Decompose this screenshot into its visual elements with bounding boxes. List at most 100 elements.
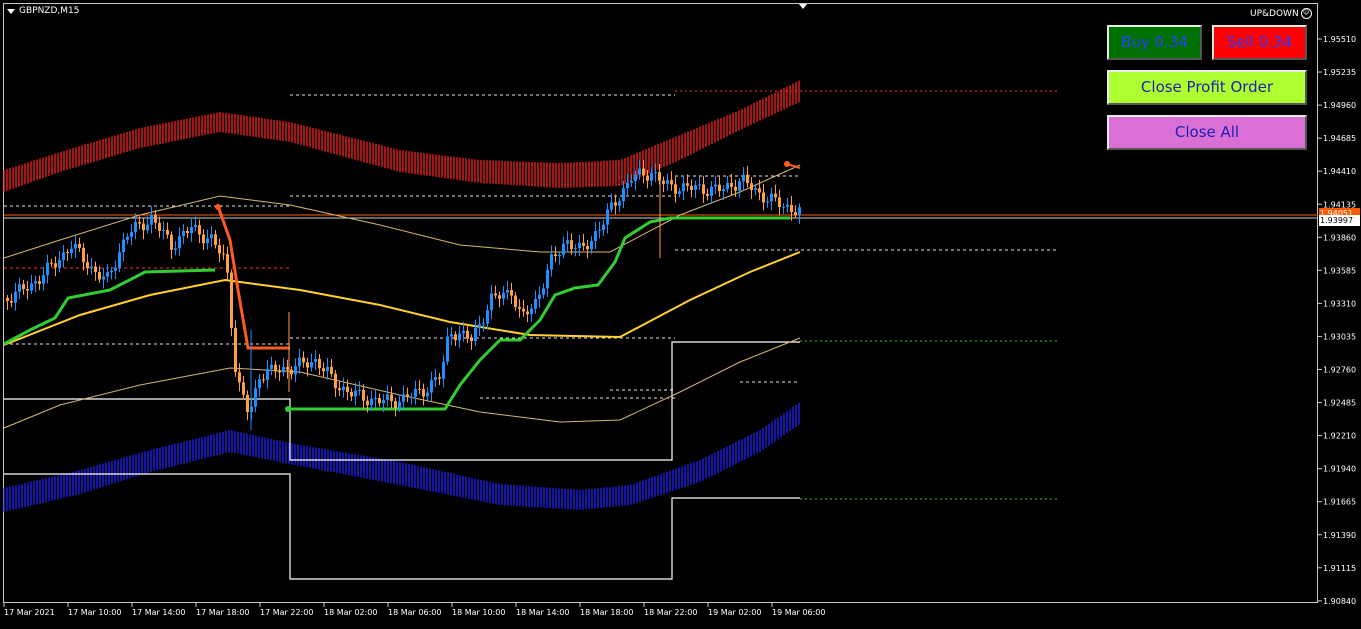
candle-body — [726, 182, 729, 190]
candle-body — [154, 214, 157, 223]
candle-body — [710, 186, 713, 196]
candle-body — [54, 263, 57, 268]
candle-body — [382, 400, 385, 404]
symbol-title[interactable]: GBPNZD,M15 — [7, 6, 79, 16]
candle-body — [794, 212, 797, 216]
candle-body — [638, 168, 641, 175]
price-axis-label: 1.95235 — [1323, 68, 1356, 77]
candle-body — [610, 202, 613, 210]
candle-body — [578, 242, 581, 249]
candle-body — [418, 388, 421, 390]
candle-body — [274, 364, 277, 372]
candle-body — [498, 295, 501, 299]
candle-body — [754, 188, 757, 191]
sell-button[interactable]: Sell 0.34 — [1212, 25, 1307, 60]
buy-button[interactable]: Buy 0.34 — [1107, 25, 1202, 60]
candle-body — [10, 301, 13, 303]
candle-body — [338, 388, 341, 391]
time-axis-label: 17 Mar 2021 — [4, 608, 55, 617]
candle-body — [122, 239, 125, 253]
candle-body — [678, 191, 681, 194]
candle-body — [574, 248, 577, 250]
candle-body — [326, 366, 329, 372]
chart-window[interactable]: 1.95510 1.95235 1.94960 1.94685 1.94410 1.941… — [0, 0, 1361, 625]
candle-body — [270, 364, 273, 369]
candle-body — [82, 247, 85, 263]
candle-body — [530, 308, 533, 315]
price-axis-label: 1.91390 — [1323, 531, 1356, 540]
candle-body — [786, 204, 789, 207]
candle-body — [674, 184, 677, 194]
candle-body — [334, 373, 337, 389]
time-axis-label: 17 Mar 10:00 — [68, 608, 121, 617]
candle-body — [38, 281, 41, 284]
candle-body — [386, 394, 389, 401]
candle-body — [778, 197, 781, 208]
candle-body — [102, 276, 105, 280]
time-axis-label: 18 Mar 22:00 — [644, 608, 697, 617]
price-axis-label: 1.94685 — [1323, 134, 1356, 143]
candle-body — [626, 182, 629, 189]
candle-body — [490, 293, 493, 311]
candle-body — [662, 180, 665, 184]
candle-body — [278, 371, 281, 373]
time-axis-label: 19 Mar 06:00 — [772, 608, 825, 617]
candle-body — [290, 369, 293, 375]
candle-body — [166, 230, 169, 235]
candle-body — [134, 222, 137, 233]
candle-body — [454, 334, 457, 341]
candle-body — [594, 230, 597, 241]
candle-body — [650, 172, 653, 181]
candle-body — [218, 245, 221, 254]
candle-body — [730, 182, 733, 187]
candle-body — [462, 330, 465, 334]
candle-body — [58, 259, 61, 268]
candle-body — [670, 180, 673, 185]
candle-body — [162, 230, 165, 232]
candle-body — [442, 361, 445, 379]
candle-body — [94, 266, 97, 273]
trailing-stop-dot — [215, 204, 221, 210]
candle-body — [150, 214, 153, 225]
smiley-icon: ☺ — [1300, 8, 1312, 19]
symbol-menu-icon[interactable] — [7, 8, 15, 14]
candle-body — [70, 248, 73, 254]
close-all-button[interactable]: Close All — [1107, 115, 1307, 150]
candle-body — [630, 181, 633, 183]
candle-body — [426, 392, 429, 397]
candle-body — [206, 238, 209, 244]
candle-body — [570, 240, 573, 250]
candle-body — [698, 184, 701, 186]
candle-body — [534, 298, 537, 309]
candle-body — [566, 240, 569, 244]
candle-body — [634, 174, 637, 182]
price-axis-label: 1.91115 — [1323, 564, 1356, 573]
candle-body — [546, 269, 549, 289]
candle-body — [482, 323, 485, 325]
candle-body — [590, 240, 593, 250]
chart-shift-marker-icon[interactable] — [799, 4, 807, 9]
price-axis-label: 1.90840 — [1323, 597, 1356, 606]
candle-body — [746, 174, 749, 184]
time-axis-label: 18 Mar 06:00 — [388, 608, 441, 617]
candle-body — [202, 234, 205, 244]
close-profit-order-button[interactable]: Close Profit Order — [1107, 70, 1307, 105]
candle-body — [254, 388, 257, 407]
candle-body — [46, 262, 49, 276]
candle-body — [750, 183, 753, 191]
candle-body — [782, 206, 785, 208]
candle-body — [298, 357, 301, 367]
candle-body — [446, 336, 449, 362]
candle-body — [390, 394, 393, 402]
candle-body — [362, 389, 365, 401]
candle-body — [214, 234, 217, 246]
ask-price-tag: 1.93997 — [1319, 215, 1360, 226]
candle-body — [190, 227, 193, 234]
candle-body — [318, 358, 321, 369]
candle-body — [642, 168, 645, 176]
candle-body — [42, 275, 45, 284]
candle-body — [226, 254, 229, 273]
candle-body — [302, 357, 305, 363]
candle-body — [30, 283, 33, 291]
candle-body — [174, 248, 177, 250]
